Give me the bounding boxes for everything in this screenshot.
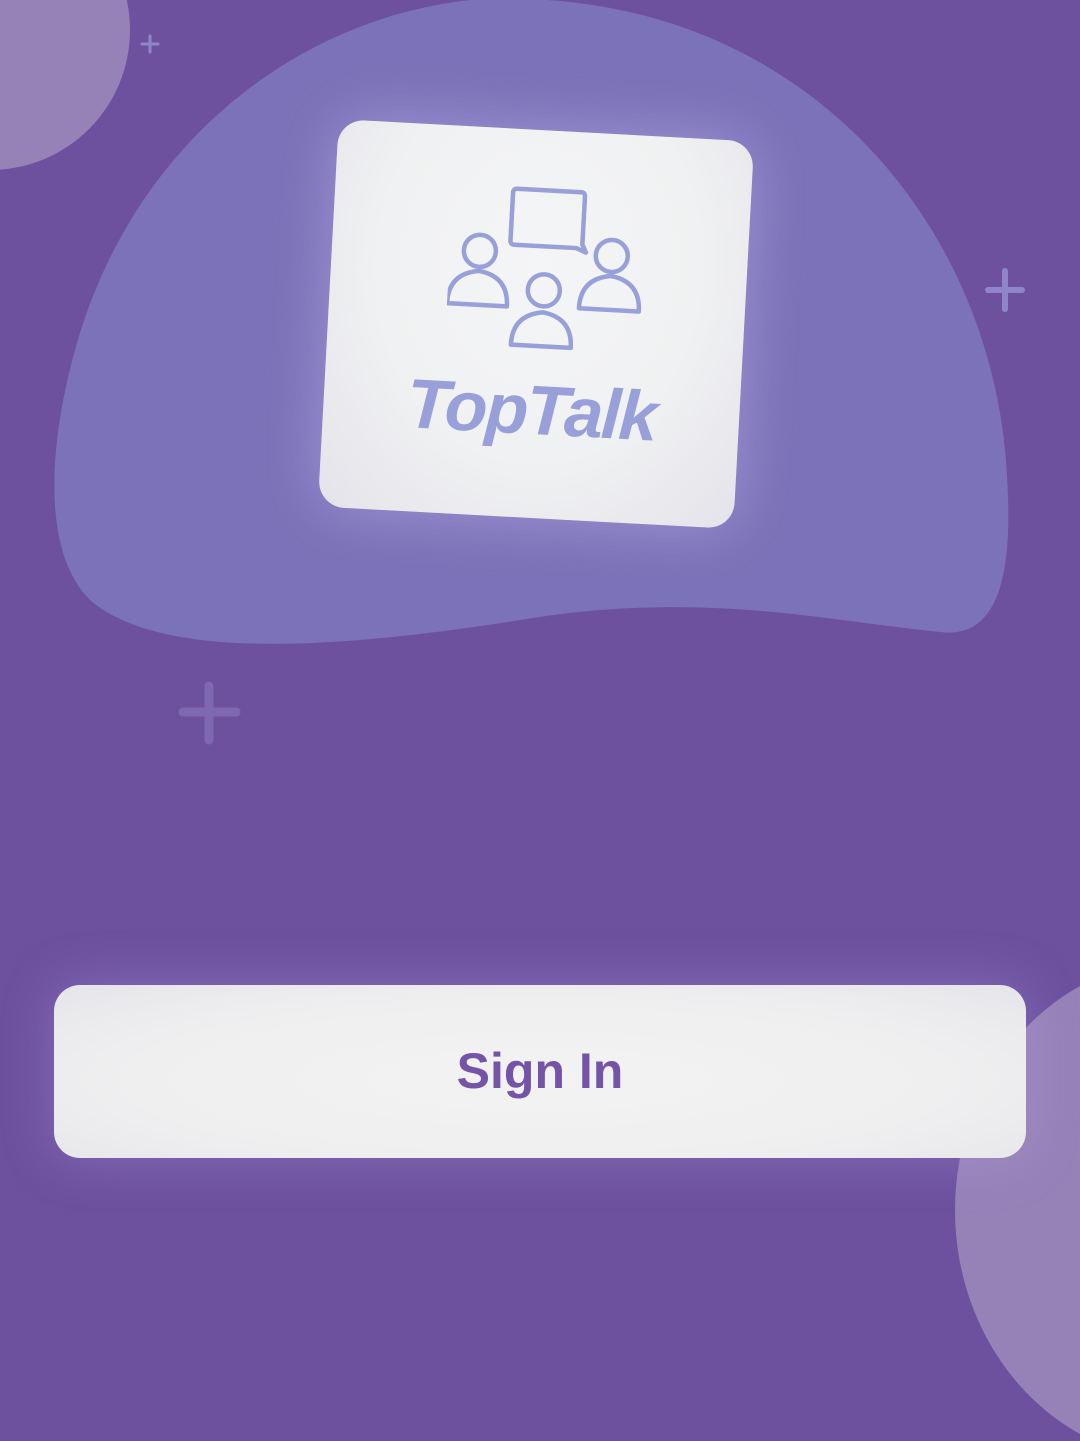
app-logo-text: TopTalk [404, 364, 658, 456]
sign-in-label: Sign In [456, 1043, 624, 1099]
sign-in-button[interactable]: Sign In [54, 985, 1026, 1158]
corner-circle-top-left [0, 0, 130, 170]
welcome-screen: TopTalk Sign In [0, 0, 1080, 1441]
app-logo-card: TopTalk [317, 119, 755, 529]
plus-icon [985, 268, 1025, 312]
plus-icon [140, 34, 160, 54]
plus-icon [178, 681, 241, 745]
group-chat-icon [444, 186, 642, 351]
